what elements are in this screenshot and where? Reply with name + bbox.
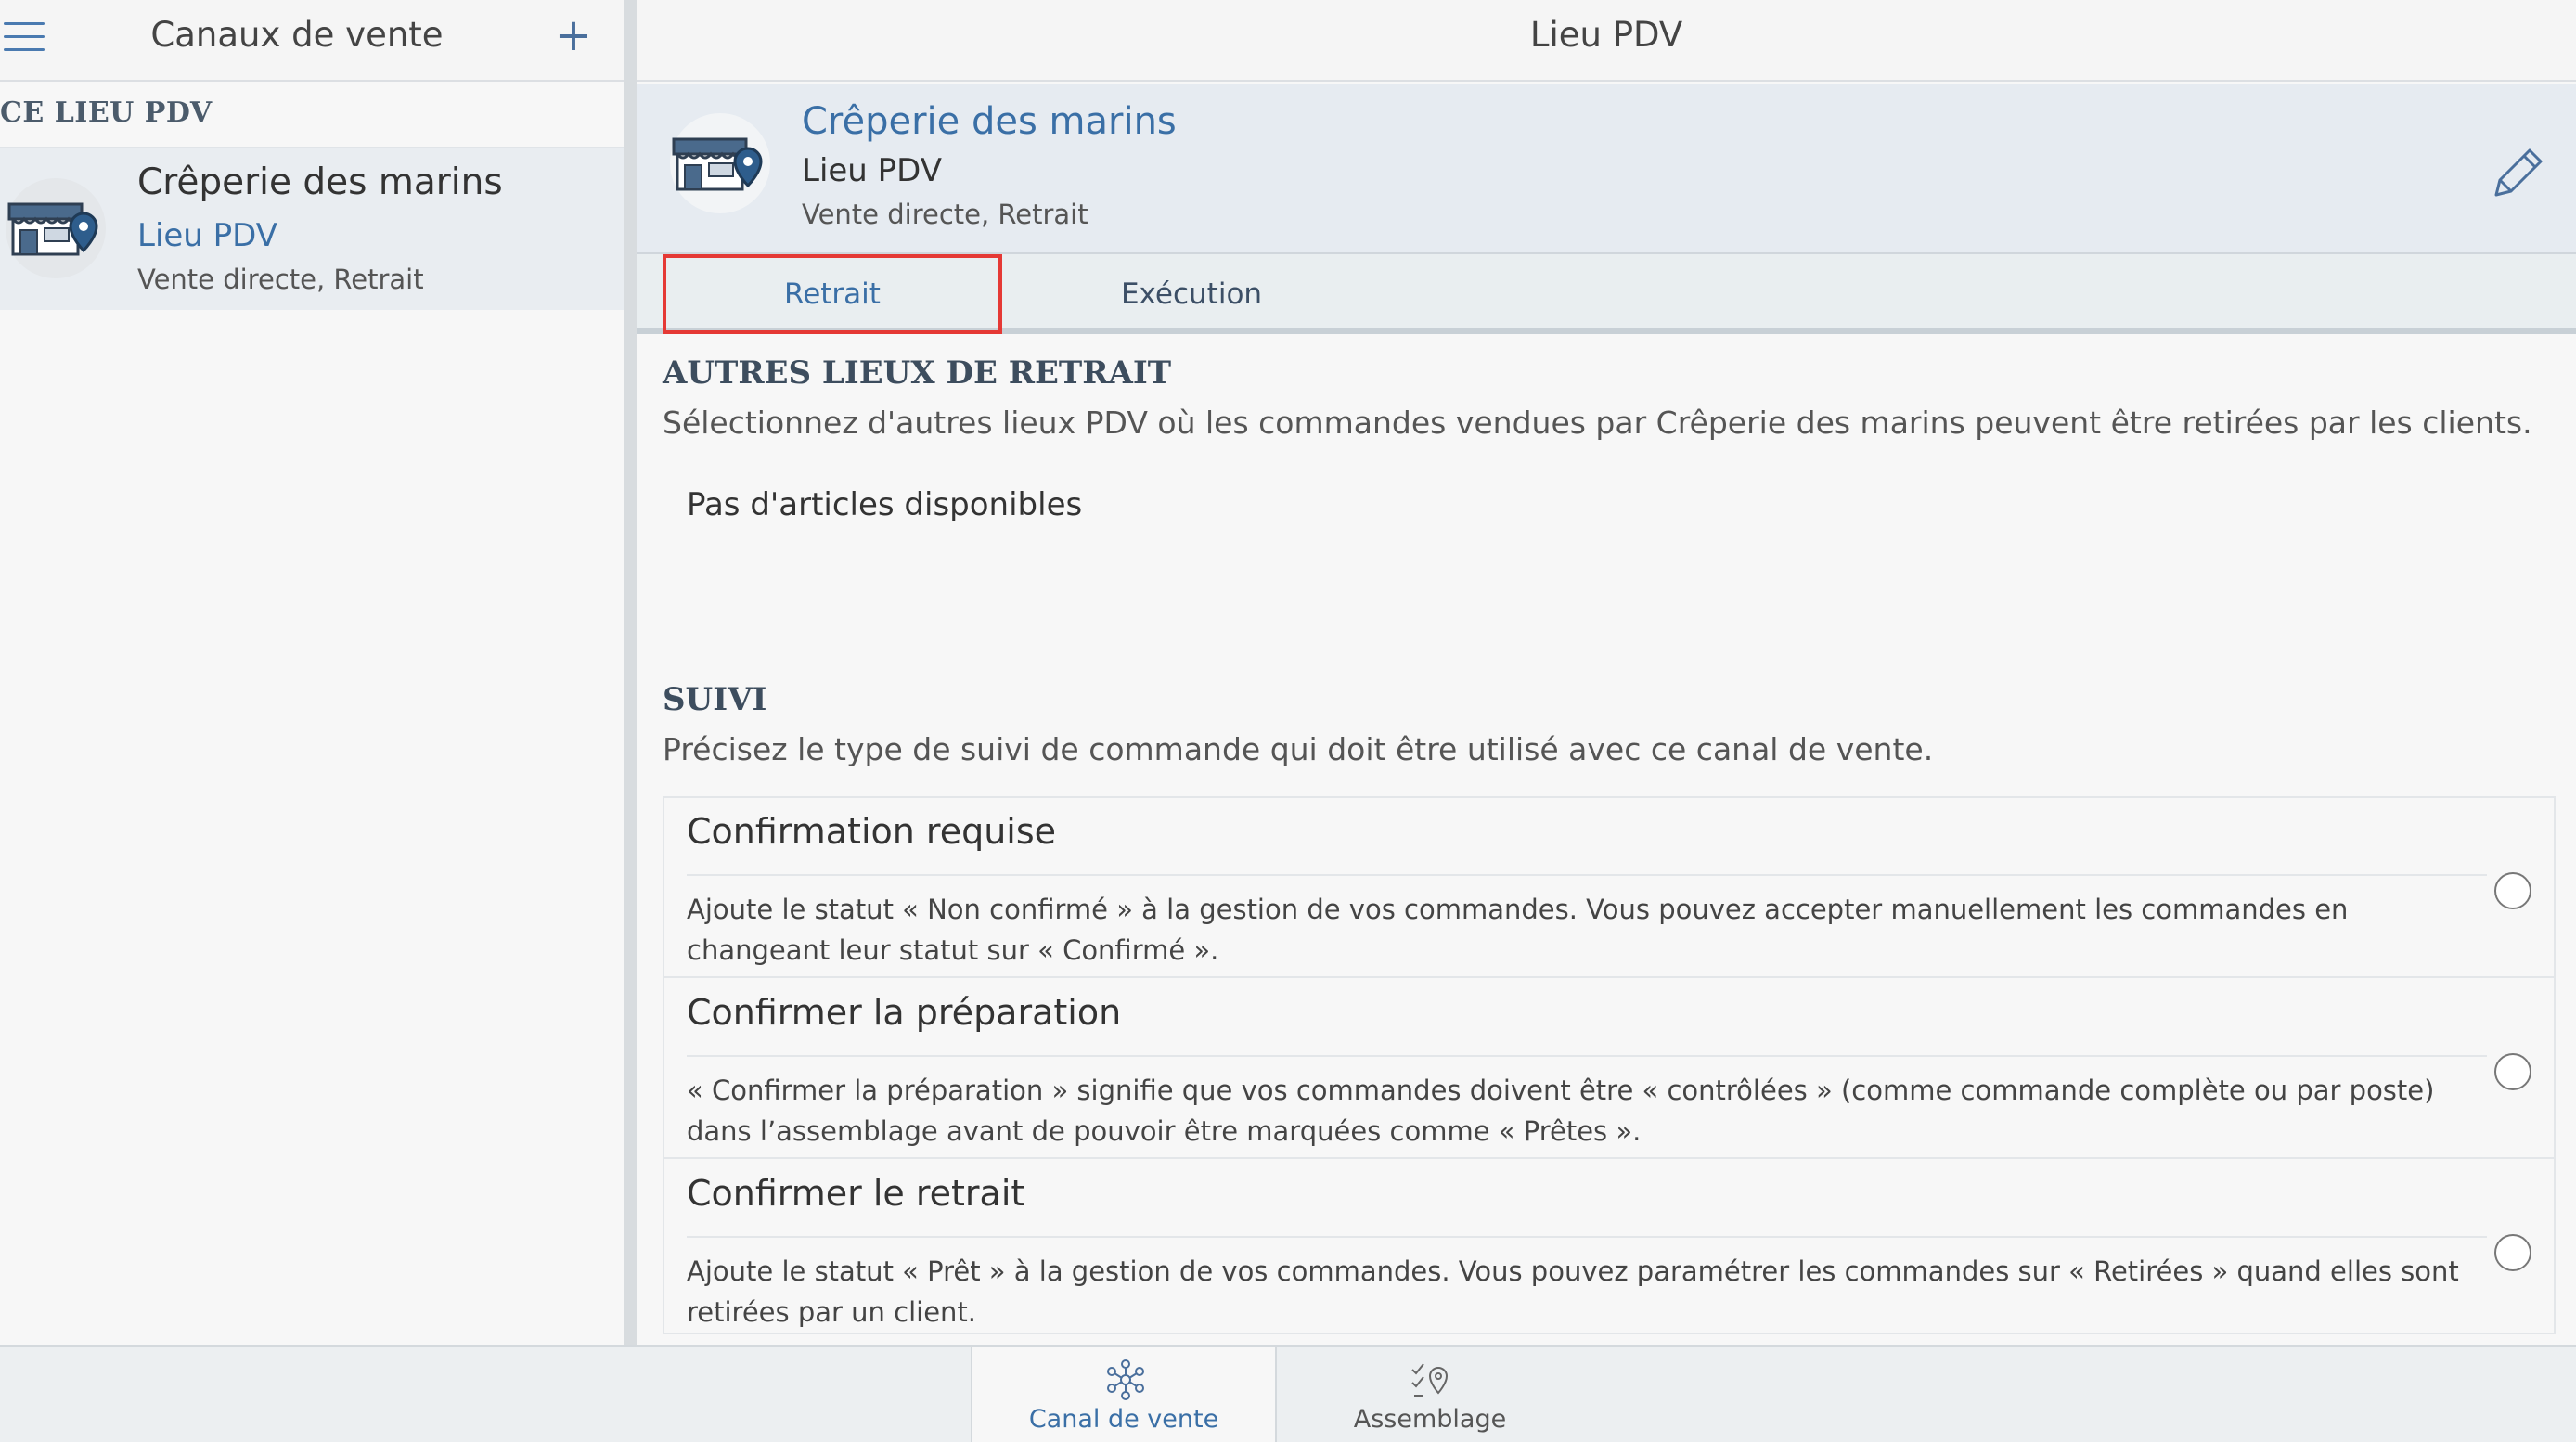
location-name: Crêperie des marins	[802, 100, 1177, 143]
location-detail-card: Crêperie des marins Lieu PDV Vente direc…	[637, 84, 2576, 254]
store-location-icon	[670, 113, 770, 213]
section-label: CE LIEU PDV	[0, 97, 213, 129]
tracking-section-title: SUIVI	[663, 681, 767, 718]
option-title: Confirmer le retrait	[687, 1173, 1025, 1214]
radio-button[interactable]	[2494, 1053, 2531, 1090]
sidebar-item-name: Crêperie des marins	[137, 161, 503, 203]
option-confirmer-preparation[interactable]: Confirmer la préparation « Confirmer la …	[664, 979, 2554, 1159]
option-separator	[687, 874, 2487, 876]
tab-retrait[interactable]: Retrait	[663, 254, 1002, 334]
option-title: Confirmation requise	[687, 811, 1057, 852]
option-confirmation-requise[interactable]: Confirmation requise Ajoute le statut « …	[664, 798, 2554, 978]
radio-button[interactable]	[2494, 872, 2531, 909]
radio-button[interactable]	[2494, 1234, 2531, 1271]
sidebar-item-creperie[interactable]: Crêperie des marins Lieu PDV Vente direc…	[0, 147, 624, 310]
add-channel-button[interactable]: +	[553, 13, 594, 59]
page-title: Lieu PDV	[1529, 15, 1683, 55]
bottom-nav: Canal de vente Assemblage	[0, 1345, 2576, 1442]
option-description: Ajoute le statut « Non confirmé » à la g…	[687, 894, 2349, 966]
main-panel: Lieu PDV Crêperie des marins Lieu PDV Ve…	[637, 0, 2576, 1345]
pencil-icon[interactable]	[2483, 139, 2552, 208]
pickup-section-title: AUTRES LIEUX DE RETRAIT	[663, 354, 1172, 392]
nav-assemblage[interactable]: Assemblage	[1277, 1347, 1583, 1442]
option-title: Confirmer la préparation	[687, 992, 1122, 1033]
store-location-icon	[6, 178, 106, 278]
tab-execution[interactable]: Exécution	[1026, 254, 1357, 334]
option-confirmer-retrait[interactable]: Confirmer le retrait Ajoute le statut « …	[664, 1160, 2554, 1340]
assembly-checklist-icon	[1411, 1363, 1449, 1397]
main-header: Lieu PDV	[637, 0, 2576, 82]
sidebar-item-subtitle: Vente directe, Retrait	[137, 264, 424, 295]
panel-divider[interactable]	[624, 0, 637, 1345]
tracking-section-description: Précisez le type de suivi de commande qu…	[663, 731, 1934, 767]
nav-canal-de-vente[interactable]: Canal de vente	[971, 1347, 1277, 1442]
option-separator	[687, 1236, 2487, 1238]
option-separator	[687, 1055, 2487, 1057]
option-description: « Confirmer la préparation » signifie qu…	[687, 1075, 2435, 1147]
location-type: Lieu PDV	[802, 152, 943, 189]
nav-label: Assemblage	[1353, 1405, 1507, 1434]
sales-channel-icon	[1107, 1359, 1144, 1400]
empty-list-message: Pas d'articles disponibles	[687, 486, 1083, 523]
sidebar-title: Canaux de vente	[150, 15, 444, 55]
sidebar: Canaux de vente + CE LIEU PDV Crêperie d…	[0, 0, 624, 1345]
sidebar-item-type: Lieu PDV	[137, 217, 278, 254]
location-subtitle: Vente directe, Retrait	[802, 199, 1088, 230]
tracking-options-list: Confirmation requise Ajoute le statut « …	[663, 796, 2556, 1334]
sidebar-header: Canaux de vente +	[0, 0, 624, 82]
pickup-section-description: Sélectionnez d'autres lieux PDV où les c…	[663, 405, 2532, 441]
option-description: Ajoute le statut « Prêt » à la gestion d…	[687, 1255, 2459, 1328]
nav-label: Canal de vente	[1028, 1405, 1219, 1434]
tab-bar: Retrait Exécution	[637, 254, 2576, 334]
